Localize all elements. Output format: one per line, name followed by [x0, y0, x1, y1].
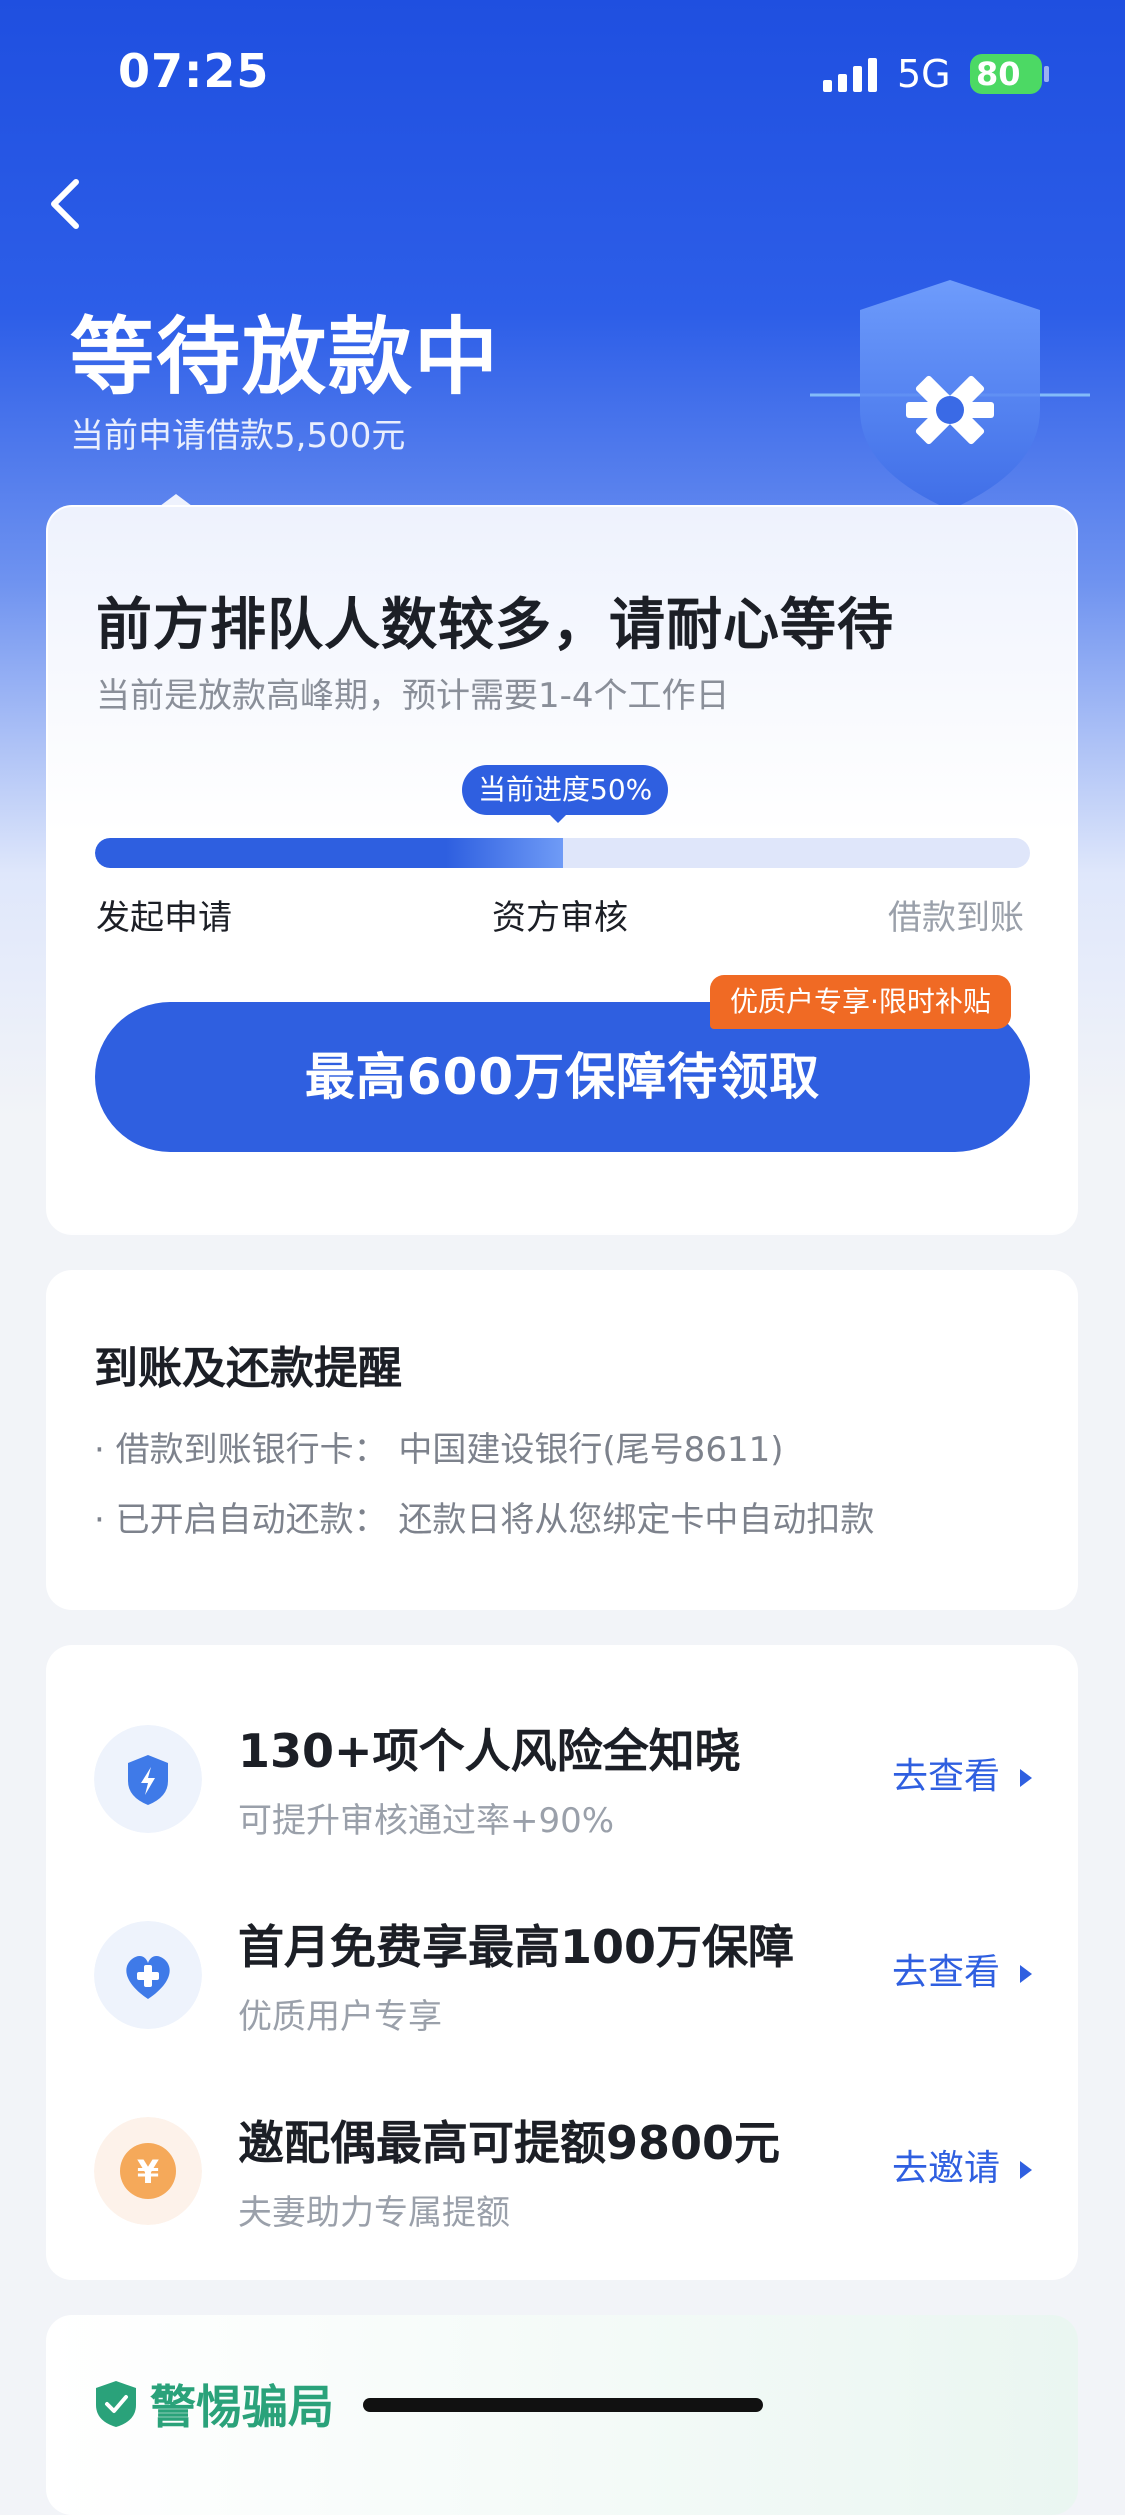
- bank-shield-icon: [810, 280, 1090, 510]
- battery-level: 80: [976, 55, 1021, 93]
- play-arrow-icon: [1020, 1769, 1032, 1787]
- status-time: 07:25: [118, 44, 270, 98]
- queue-subtitle: 当前是放款高峰期，预计需要1-4个工作日: [96, 676, 730, 716]
- fraud-warning-title: 警惕骗局: [150, 2380, 334, 2434]
- progress-bubble-tip: [548, 813, 568, 823]
- back-arrow-icon[interactable]: [44, 176, 88, 232]
- benefits-card: 130+项个人风险全知晓 可提升审核通过率+90% 去查看 首月免费享最高100…: [46, 1645, 1078, 2280]
- battery-cap: [1044, 66, 1049, 82]
- yuan-coin-icon: ¥: [94, 2117, 202, 2225]
- benefit-row-insurance[interactable]: 首月免费享最高100万保障 优质用户专享 去查看: [46, 1901, 1078, 2051]
- shield-check-icon: [96, 2381, 136, 2427]
- benefit-row-risk[interactable]: 130+项个人风险全知晓 可提升审核通过率+90% 去查看: [46, 1705, 1078, 1855]
- promo-tag: 优质户专享·限时补贴: [710, 975, 1011, 1029]
- shield-bolt-icon: [94, 1725, 202, 1833]
- step-review: 资方审核: [492, 898, 628, 938]
- benefit-title: 邀配偶最高可提额9800元: [238, 2116, 781, 2170]
- progress-fill: [95, 838, 563, 868]
- network-label: 5G: [897, 52, 951, 96]
- svg-text:¥: ¥: [137, 2153, 159, 2191]
- invite-link-label: 去邀请: [891, 2148, 1000, 2189]
- invite-link[interactable]: 去邀请: [892, 2139, 1032, 2191]
- benefit-subtitle: 夫妻助力专属提额: [238, 2193, 510, 2233]
- heart-plus-icon: [94, 1921, 202, 2029]
- loan-amount-subtitle: 当前申请借款5,500元: [70, 416, 406, 456]
- battery-icon: 80: [970, 54, 1042, 94]
- play-arrow-icon: [1020, 1965, 1032, 1983]
- progress-bubble: 当前进度50%: [462, 765, 669, 815]
- benefit-title: 130+项个人风险全知晓: [238, 1724, 741, 1778]
- signal-icon: [823, 58, 877, 92]
- benefit-subtitle: 可提升审核通过率+90%: [238, 1801, 615, 1841]
- auto-repay-line: · 已开启自动还款： 还款日将从您绑定卡中自动扣款: [94, 1500, 875, 1540]
- benefit-subtitle: 优质用户专享: [238, 1997, 442, 2037]
- view-link[interactable]: 去查看: [892, 1943, 1032, 1995]
- queue-title: 前方排队人数较多，请耐心等待: [96, 593, 894, 658]
- step-arrival: 借款到账: [888, 898, 1024, 938]
- progress-track: [95, 838, 1030, 868]
- view-link-label: 去查看: [891, 1952, 1000, 1993]
- fraud-warning-card[interactable]: 警惕骗局: [46, 2315, 1078, 2515]
- play-arrow-icon: [1020, 2161, 1032, 2179]
- page-title: 等待放款中: [70, 308, 501, 406]
- bank-card-line: · 借款到账银行卡： 中国建设银行(尾号8611): [94, 1430, 784, 1470]
- view-link[interactable]: 去查看: [892, 1747, 1032, 1799]
- benefit-row-invite[interactable]: ¥ 邀配偶最高可提额9800元 夫妻助力专属提额 去邀请: [46, 2097, 1078, 2247]
- reminder-title: 到账及还款提醒: [94, 1343, 402, 1394]
- step-apply: 发起申请: [96, 898, 232, 938]
- reminder-card: 到账及还款提醒 · 借款到账银行卡： 中国建设银行(尾号8611) · 已开启自…: [46, 1270, 1078, 1610]
- view-link-label: 去查看: [891, 1756, 1000, 1797]
- home-indicator[interactable]: [363, 2398, 763, 2412]
- benefit-title: 首月免费享最高100万保障: [238, 1920, 795, 1974]
